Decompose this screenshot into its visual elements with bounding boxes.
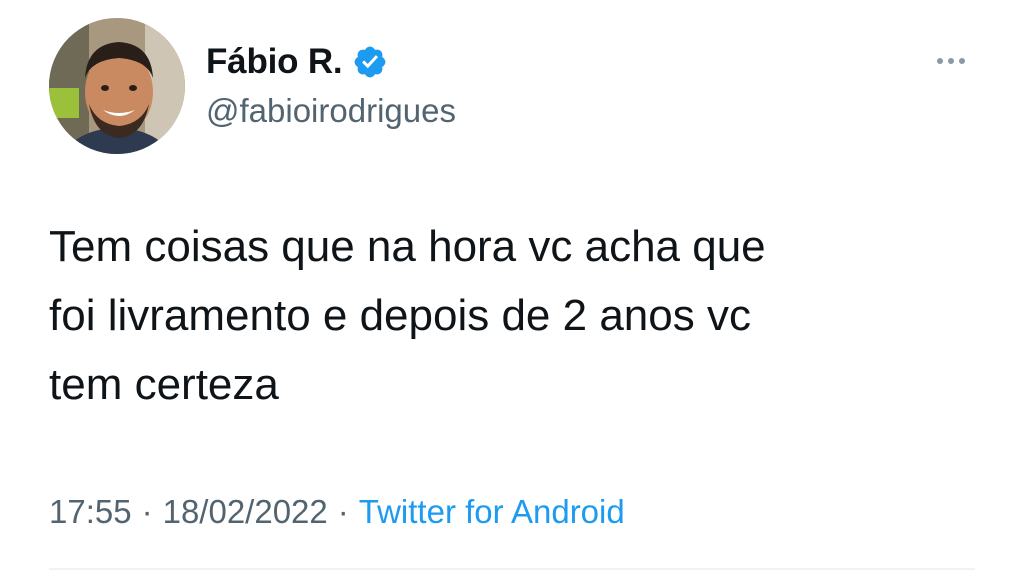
more-dot [937, 58, 943, 64]
divider [49, 568, 975, 570]
tweet-date[interactable]: 18/02/2022 [163, 493, 328, 531]
tweet-source-link[interactable]: Twitter for Android [359, 493, 625, 531]
tweet-time[interactable]: 17:55 [49, 493, 132, 531]
tweet-text: Tem coisas que na hora vc acha que foi l… [49, 222, 766, 409]
tweet-metadata: 17:55 · 18/02/2022 · Twitter for Android [49, 493, 625, 531]
author-display-name[interactable]: Fábio R. [206, 42, 343, 82]
meta-separator: · [337, 493, 349, 530]
avatar[interactable] [49, 18, 185, 154]
more-options-icon[interactable] [926, 48, 976, 74]
meta-separator: · [141, 493, 153, 530]
avatar-image [49, 18, 185, 154]
more-dot [948, 58, 954, 64]
author-handle[interactable]: @fabioirodrigues [206, 92, 456, 130]
more-dot [959, 58, 965, 64]
author-name-row[interactable]: Fábio R. [206, 42, 388, 82]
verified-badge-icon [355, 46, 386, 78]
tweet-card: Fábio R. @fabioirodrigues Tem coisas que… [0, 0, 1024, 577]
